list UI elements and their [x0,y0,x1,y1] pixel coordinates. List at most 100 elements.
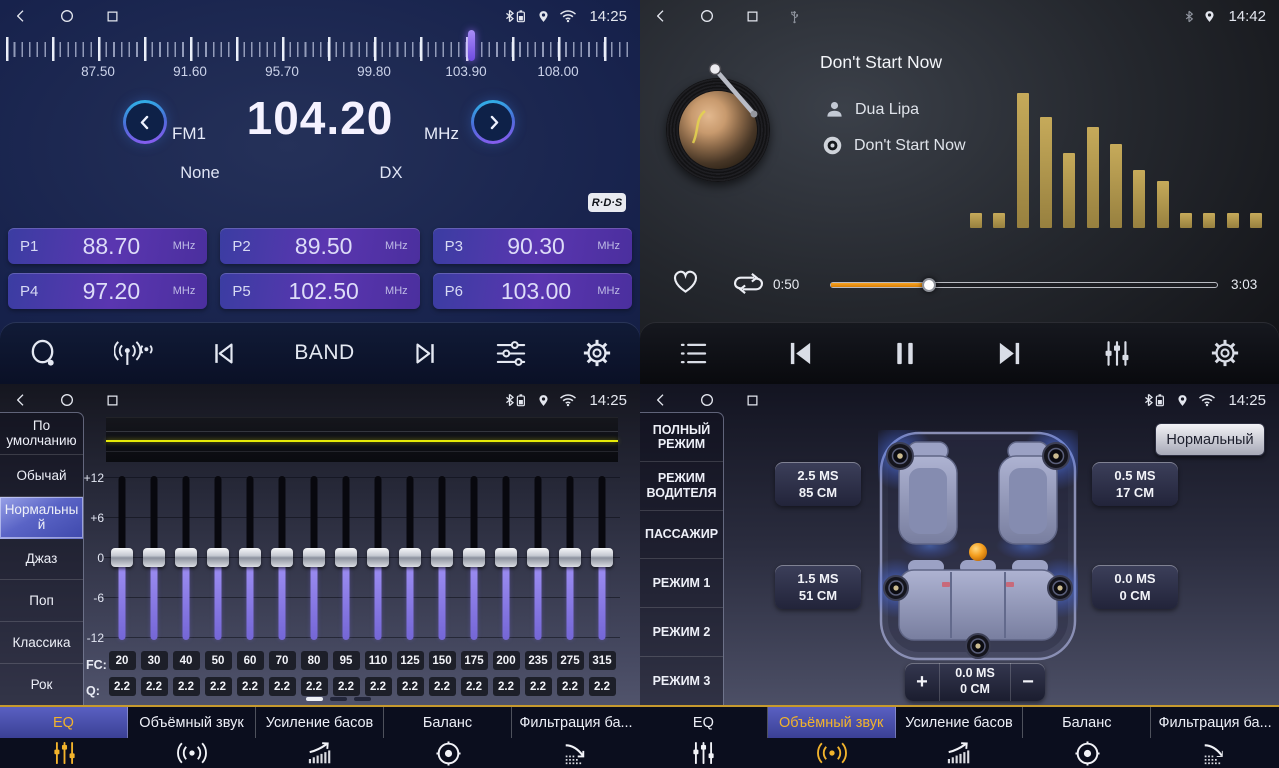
nav-home-icon[interactable] [59,8,75,24]
eq-slider-thumb[interactable] [527,548,549,567]
eq-band-q-value[interactable]: 2.2 [173,677,200,696]
eq-band-fc-value[interactable]: 95 [333,651,360,670]
next-station-icon[interactable] [410,340,440,367]
repeat-mode-icon[interactable] [732,271,765,296]
eq-band-q-value[interactable]: 2.2 [205,677,232,696]
radio-preset-button[interactable]: P1 88.70 MHz [8,228,207,264]
settings-gear-icon[interactable] [582,338,612,368]
nav-home-icon[interactable] [59,392,75,408]
eq-band-fc-value[interactable]: 70 [269,651,296,670]
eq-band-fc-value[interactable]: 40 [173,651,200,670]
radio-preset-button[interactable]: P3 90.30 MHz [433,228,632,264]
eq-band-fc-value[interactable]: 30 [141,651,168,670]
eq-preset-default[interactable]: По умолчанию [0,413,83,455]
eq-band-fc-value[interactable]: 175 [461,651,488,670]
listening-mode-item[interactable]: РЕЖИМ ВОДИТЕЛЯ [640,462,723,511]
eq-band-slider[interactable] [490,476,522,640]
eq-band-fc-value[interactable]: 50 [205,651,232,670]
eq-band-q-value[interactable]: 2.2 [525,677,552,696]
delay-decrease-button[interactable]: − [1011,663,1045,701]
settings-gear-icon[interactable] [1210,338,1240,368]
eq-slider-thumb[interactable] [463,548,485,567]
eq-preset-jazz[interactable]: Джаз [0,539,83,581]
eq-band-slider[interactable] [586,476,618,640]
tab-balance[interactable]: Баланс [1023,707,1151,768]
eq-band-fc-value[interactable]: 110 [365,651,392,670]
eq-band-q-value[interactable]: 2.2 [461,677,488,696]
favorite-heart-icon[interactable] [670,267,701,295]
tab-filter[interactable]: Фильтрация ба... [512,707,640,768]
eq-preset-pop[interactable]: Поп [0,580,83,622]
soundfield-preset-button[interactable]: Нормальный [1155,423,1265,456]
listening-mode-item[interactable]: ПАССАЖИР [640,511,723,560]
previous-station-icon[interactable] [209,340,239,367]
eq-band-q-value[interactable]: 2.2 [589,677,616,696]
eq-slider-thumb[interactable] [271,548,293,567]
eq-preset-custom[interactable]: Обычай [0,455,83,497]
nav-home-icon[interactable] [699,8,715,24]
eq-slider-thumb[interactable] [591,548,613,567]
listening-mode-item[interactable]: РЕЖИМ 2 [640,608,723,657]
previous-track-icon[interactable] [786,340,815,367]
eq-band-q-value[interactable]: 2.2 [301,677,328,696]
eq-band-q-value[interactable]: 2.2 [429,677,456,696]
radio-preset-button[interactable]: P2 89.50 MHz [220,228,419,264]
eq-page-indicator[interactable] [306,697,371,701]
eq-band-slider[interactable] [202,476,234,640]
eq-band-fc-value[interactable]: 20 [109,651,136,670]
pause-icon[interactable] [893,340,917,367]
frequency-dial[interactable] [6,36,634,62]
next-track-icon[interactable] [995,340,1024,367]
delay-rear-right-button[interactable]: 0.0 MS 0 CM [1092,565,1178,609]
progress-thumb[interactable] [922,278,936,292]
eq-slider-thumb[interactable] [143,548,165,567]
eq-slider-thumb[interactable] [239,548,261,567]
playlist-icon[interactable] [679,341,708,366]
eq-slider-thumb[interactable] [111,548,133,567]
nav-recents-icon[interactable] [105,9,120,24]
eq-band-slider[interactable] [554,476,586,640]
eq-band-slider[interactable] [106,476,138,640]
nav-recents-icon[interactable] [105,393,120,408]
eq-band-fc-value[interactable]: 235 [525,651,552,670]
band-button[interactable]: BAND [294,341,354,365]
delay-increase-button[interactable]: + [905,663,939,701]
eq-band-q-value[interactable]: 2.2 [109,677,136,696]
eq-band-q-value[interactable]: 2.2 [365,677,392,696]
tab-eq[interactable]: EQ [640,707,768,768]
tune-up-button[interactable] [471,100,515,144]
eq-preset-classic[interactable]: Классика [0,622,83,664]
nav-back-icon[interactable] [13,392,29,408]
eq-slider-thumb[interactable] [175,548,197,567]
dx-antenna-icon[interactable] [114,340,154,367]
eq-slider-thumb[interactable] [207,548,229,567]
eq-band-slider[interactable] [266,476,298,640]
tab-eq[interactable]: EQ [0,707,128,768]
nav-back-icon[interactable] [13,8,29,24]
tab-bass-boost[interactable]: Усиление басов [256,707,384,768]
eq-band-slider[interactable] [362,476,394,640]
nav-home-icon[interactable] [699,392,715,408]
tab-balance[interactable]: Баланс [384,707,512,768]
eq-band-slider[interactable] [298,476,330,640]
tab-filter[interactable]: Фильтрация ба... [1151,707,1279,768]
listening-mode-item[interactable]: РЕЖИМ 1 [640,559,723,608]
eq-band-fc-value[interactable]: 275 [557,651,584,670]
eq-band-fc-value[interactable]: 315 [589,651,616,670]
listening-mode-item[interactable]: РЕЖИМ 3 [640,657,723,705]
eq-slider-thumb[interactable] [303,548,325,567]
album-art[interactable] [666,78,770,182]
dial-pointer[interactable] [468,30,475,61]
listening-mode-item[interactable]: ПОЛНЫЙ РЕЖИМ [640,413,723,462]
eq-band-slider[interactable] [234,476,266,640]
eq-preset-normal[interactable]: Нормальный [0,497,83,539]
tab-surround[interactable]: Объёмный звук [128,707,256,768]
eq-band-fc-value[interactable]: 80 [301,651,328,670]
eq-band-fc-value[interactable]: 60 [237,651,264,670]
scan-icon[interactable] [28,338,59,369]
eq-band-q-value[interactable]: 2.2 [269,677,296,696]
eq-band-slider[interactable] [170,476,202,640]
radio-preset-button[interactable]: P4 97.20 MHz [8,273,207,309]
eq-band-slider[interactable] [458,476,490,640]
nav-back-icon[interactable] [653,8,669,24]
